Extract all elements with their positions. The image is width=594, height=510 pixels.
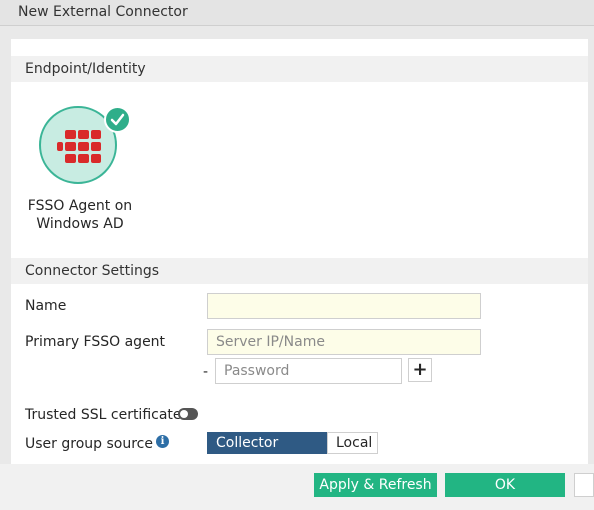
apply-refresh-button[interactable]: Apply & Refresh — [314, 473, 437, 497]
section-connector-settings: Connector Settings — [11, 258, 588, 284]
group-source-local[interactable]: Local — [327, 432, 378, 454]
dialog-titlebar: New External Connector — [0, 0, 594, 26]
connector-card-label-line1: FSSO Agent on — [27, 198, 133, 214]
section-endpoint-title: Endpoint/Identity — [25, 61, 146, 77]
selected-check-icon — [104, 106, 131, 133]
connector-card-label-line2: Windows AD — [36, 216, 124, 232]
trusted-ssl-toggle[interactable] — [178, 408, 198, 420]
section-settings-title: Connector Settings — [25, 263, 160, 279]
dialog-title: New External Connector — [18, 4, 188, 20]
add-agent-button[interactable]: + — [408, 358, 432, 382]
name-label: Name — [25, 298, 67, 314]
name-input[interactable] — [207, 293, 481, 319]
connector-panel: Endpoint/Identity FSSO Agent on Windows … — [11, 39, 588, 469]
group-source-collector-agent[interactable]: Collector Agent — [207, 432, 327, 469]
user-group-source-label: User group source — [25, 436, 153, 452]
ok-button[interactable]: OK — [445, 473, 565, 497]
section-endpoint-identity: Endpoint/Identity — [11, 56, 588, 82]
trusted-ssl-label: Trusted SSL certificate — [25, 407, 182, 423]
fortinet-grid-icon — [57, 130, 101, 164]
connector-card-label: FSSO Agent on Windows AD — [23, 197, 137, 233]
info-icon[interactable]: i — [156, 435, 169, 448]
cancel-button[interactable] — [574, 473, 594, 497]
agent-dash: - — [203, 364, 209, 380]
dialog-footer: Apply & Refresh OK — [0, 464, 594, 510]
toggle-knob — [180, 410, 188, 418]
connector-card-fsso[interactable]: FSSO Agent on Windows AD — [28, 103, 132, 233]
server-input[interactable] — [207, 329, 481, 355]
password-input[interactable] — [215, 358, 402, 384]
primary-fsso-agent-label: Primary FSSO agent — [25, 334, 166, 350]
